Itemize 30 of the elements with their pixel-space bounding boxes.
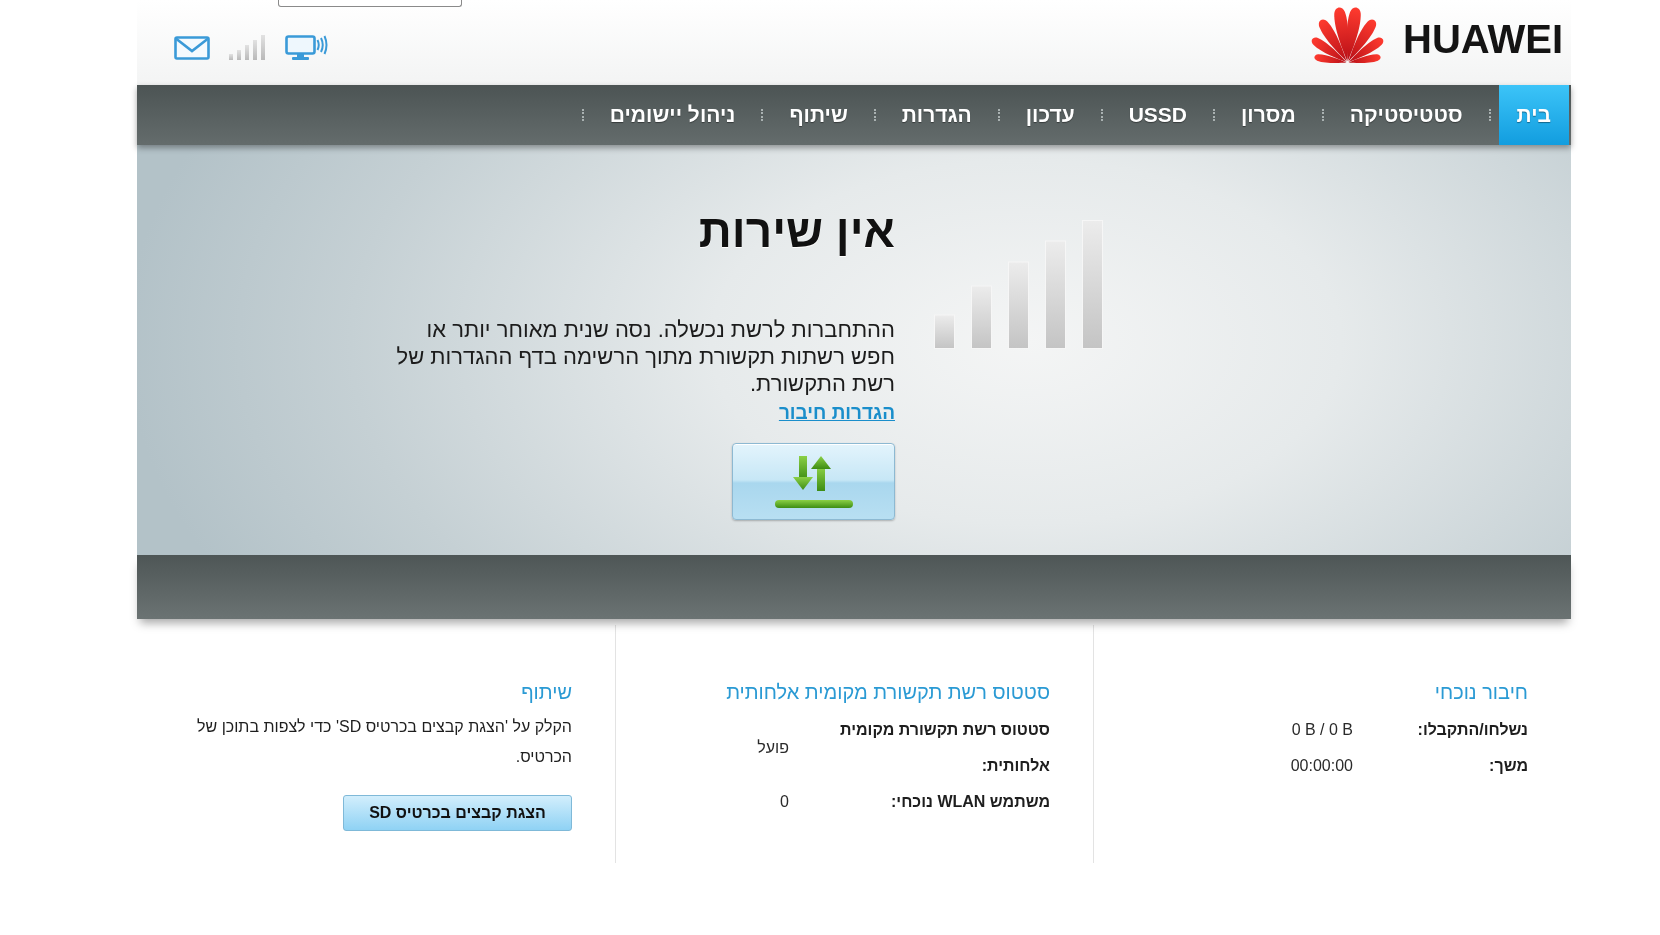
signal-bars-icon <box>934 220 1103 349</box>
monitor-icon[interactable] <box>285 35 328 60</box>
envelope-icon[interactable] <box>174 36 210 60</box>
show-sd-files-button[interactable]: הצגת קבצים בכרטיס SD <box>343 795 572 831</box>
field-label: סטטוס רשת תקשורת מקומית אלחותית: <box>838 720 1050 776</box>
status-title: אין שירות <box>698 206 895 256</box>
field-value: 0 <box>779 792 789 812</box>
panel-title: חיבור נוכחי <box>1433 680 1528 705</box>
logo-text: HUAWEI <box>1403 19 1563 59</box>
field-value: 00:00:00 <box>1289 756 1353 776</box>
nav-tab[interactable]: שיתוף <box>771 85 866 145</box>
nav-tab[interactable]: עדכון <box>1007 85 1093 145</box>
nav-tab[interactable]: USSD <box>1110 85 1205 145</box>
field-value: 0 B / 0 B <box>1290 720 1353 740</box>
transfer-arrows-icon <box>774 455 853 508</box>
nav-tab[interactable]: הגדרות <box>883 85 990 145</box>
connect-button[interactable] <box>732 443 895 520</box>
panel-title: שיתוף <box>520 680 572 705</box>
nav-tab[interactable]: מסרון <box>1223 85 1314 145</box>
language-select-field[interactable] <box>278 0 462 7</box>
panel-title: סטטוס רשת תקשורת מקומית אלחותית <box>725 680 1050 705</box>
field-label: משתמש WLAN נוכחי: <box>890 792 1050 812</box>
field-label: משך: <box>1488 756 1528 776</box>
signal-bars-icon <box>229 35 266 60</box>
nav-tab[interactable]: ניהול יישומים <box>591 85 754 145</box>
field-label: נשלחו/התקבלו: <box>1416 720 1528 740</box>
nav-tab[interactable]: סטטיסטיקה <box>1331 85 1481 145</box>
status-message: ההתחברות לרשת נכשלה. נסה שנית מאוחר יותר או חפש רשתות תקשורת מתוך הרשימה בדף ההגדרות של רשת התקשורת. <box>395 316 895 397</box>
panel-description: הקלק על 'הצגת קבצים בכרטיס SD' כדי לצפות בתוכן של הכרטיס. <box>196 717 572 767</box>
field-value: פועל <box>756 738 789 758</box>
